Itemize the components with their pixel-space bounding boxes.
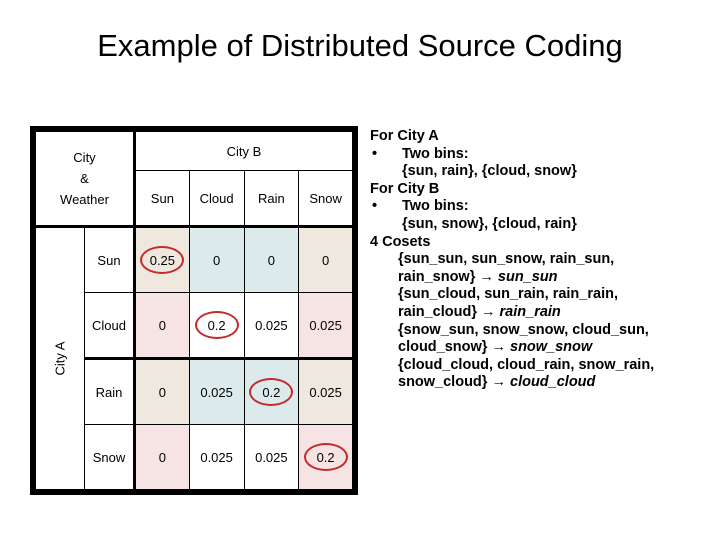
- note-city-a-bullet-label: Two bins:: [402, 145, 469, 162]
- note-cosets-header: 4 Cosets: [370, 233, 431, 250]
- column-header-cloud: Cloud: [188, 170, 245, 228]
- cell-value: 0.2: [262, 384, 281, 400]
- cell-snow-rain: 0.025: [243, 424, 300, 492]
- cell-value: 0: [158, 449, 166, 465]
- row-header-snow: Snow: [84, 424, 136, 492]
- cell-rain-sun: 0: [134, 357, 190, 425]
- cell-snow-sun: 0: [134, 424, 190, 492]
- note-city-b-header: For City B: [370, 180, 440, 197]
- cell-rain-cloud: 0.025: [188, 357, 245, 425]
- cell-value: 0: [322, 252, 330, 268]
- cell-sun-snow: 0: [298, 226, 355, 293]
- cell-value: 0.25: [149, 252, 176, 268]
- cell-value: 0.2: [207, 317, 226, 333]
- cell-value: 0.2: [316, 449, 335, 465]
- cell-value: 0: [158, 384, 166, 400]
- cell-value: 0.025: [309, 384, 342, 400]
- cell-value: 0.025: [255, 317, 288, 333]
- row-header-sun: Sun: [84, 226, 136, 293]
- column-header-snow: Snow: [298, 170, 355, 228]
- explanation-notes: For City A • Two bins: {sun, rain}, {clo…: [370, 128, 670, 392]
- cell-snow-snow: 0.2: [298, 424, 355, 492]
- cell-value: 0.025: [255, 449, 288, 465]
- row-header-rain: Rain: [84, 357, 136, 425]
- arrow-icon: →: [479, 268, 494, 285]
- arrow-icon: →: [481, 303, 496, 320]
- table-header-row-group: City & Weather City B: [33, 129, 355, 228]
- cell-sun-sun: 0.25: [134, 226, 190, 293]
- joint-probability-table: City & Weather City B Sun Cloud Rain Sno…: [30, 126, 358, 495]
- corner-header-line-2: &: [80, 171, 89, 186]
- cell-cloud-rain: 0.025: [243, 292, 300, 359]
- coset-entry: {snow_sun, snow_snow, cloud_sun, cloud_s…: [370, 322, 670, 357]
- cell-rain-rain: 0.2: [243, 357, 300, 425]
- cell-snow-cloud: 0.025: [188, 424, 245, 492]
- column-header-sun: Sun: [134, 170, 190, 228]
- cell-sun-cloud: 0: [188, 226, 245, 293]
- cell-value: 0.025: [200, 384, 233, 400]
- note-city-b-bullet: • Two bins:: [370, 198, 670, 216]
- coset-result: snow_snow: [510, 339, 593, 356]
- cell-value: 0.025: [200, 449, 233, 465]
- cell-cloud-sun: 0: [134, 292, 190, 359]
- note-city-a-bullet: • Two bins:: [370, 146, 670, 164]
- coset-entry: {sun_sun, sun_snow, rain_sun, rain_snow}…: [370, 251, 670, 286]
- bullet-icon: •: [372, 198, 378, 215]
- cell-value: 0: [267, 252, 275, 268]
- corner-header-city-weather: City & Weather: [33, 129, 136, 228]
- table-row: City A Sun 0.25 0 0 0: [33, 226, 355, 492]
- cell-rain-snow: 0.025: [298, 357, 355, 425]
- cell-value: 0: [158, 317, 166, 333]
- cell-value: 0: [213, 252, 221, 268]
- row-group-header-city-a: City A: [33, 226, 85, 492]
- note-city-a-header: For City A: [370, 128, 439, 144]
- coset-entry: {sun_cloud, sun_rain, rain_rain, rain_cl…: [370, 286, 670, 321]
- cell-cloud-cloud: 0.2: [188, 292, 245, 359]
- note-city-b-bins: {sun, snow}, {cloud, rain}: [402, 215, 577, 232]
- cell-sun-rain: 0: [243, 226, 300, 293]
- coset-result: sun_sun: [497, 268, 558, 285]
- coset-result: cloud_cloud: [510, 374, 596, 391]
- coset-result: rain_rain: [499, 303, 561, 320]
- column-group-header-city-b: City B: [134, 129, 355, 171]
- row-header-cloud: Cloud: [84, 292, 136, 359]
- cell-cloud-snow: 0.025: [298, 292, 355, 359]
- coset-entry: {cloud_cloud, cloud_rain, snow_rain, sno…: [370, 357, 670, 392]
- table-body: City & Weather City B Sun Cloud Rain Sno…: [33, 129, 355, 492]
- cell-value: 0.025: [309, 317, 342, 333]
- arrow-icon: →: [491, 374, 506, 391]
- arrow-icon: →: [491, 339, 506, 356]
- note-city-b-bullet-label: Two bins:: [402, 198, 469, 215]
- column-header-rain: Rain: [243, 170, 300, 228]
- row-group-header-city-a-label: City A: [52, 341, 68, 376]
- bullet-icon: •: [372, 145, 378, 162]
- corner-header-line-3: Weather: [60, 192, 109, 207]
- page-title: Example of Distributed Source Coding: [97, 28, 623, 63]
- note-city-a-bins: {sun, rain}, {cloud, snow}: [402, 163, 577, 180]
- corner-header-line-1: City: [73, 150, 96, 165]
